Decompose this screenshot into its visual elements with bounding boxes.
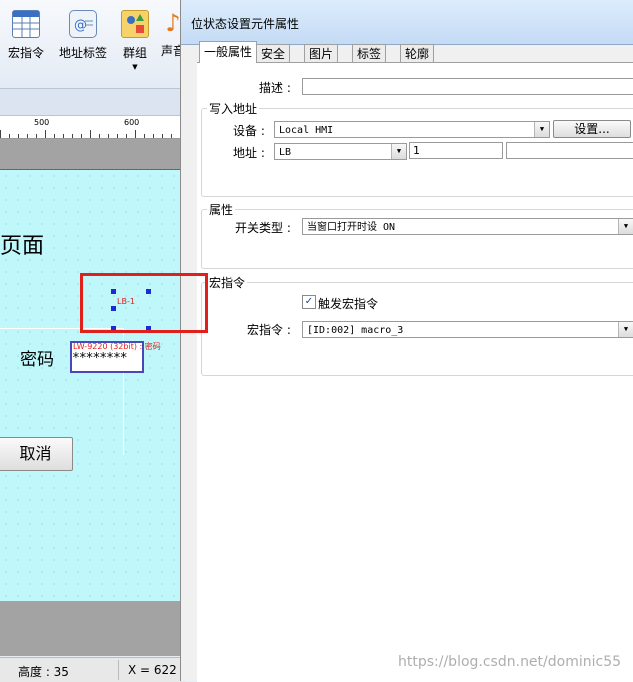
switch-type-label: 开关类型 : — [235, 221, 291, 235]
address-type-select[interactable]: LB ▼ — [274, 143, 407, 160]
password-label: 密码 — [20, 350, 54, 370]
bit-state-properties-dialog: 位状态设置元件属性 一般属性 安全 图片 标签 轮廓 描述 : 写入地址 设备 … — [180, 0, 633, 682]
device-label: 设备 : — [233, 124, 265, 138]
write-address-group-label: 写入地址 — [207, 100, 260, 117]
general-tab-panel: 描述 : 写入地址 设备 : Local HMI ▼ 设置... 地址 : LB… — [197, 62, 633, 682]
ribbon-toolbar: 宏指令 @ 地址标签 群组 ▼ ♪ 声音 — [0, 0, 185, 89]
dialog-title: 位状态设置元件属性 — [191, 17, 300, 31]
password-caption: LW-9220 (32bit) : 密码 — [73, 342, 161, 351]
status-bar: 高度 : 35 X = 622 — [0, 657, 185, 682]
trigger-macro-checkbox[interactable]: ✓ — [302, 295, 316, 309]
ruler-tick — [54, 134, 55, 138]
chevron-down-icon: ▼ — [391, 144, 406, 159]
ruler-tick — [36, 134, 37, 138]
description-input[interactable] — [302, 78, 633, 95]
tab-outline[interactable]: 轮廓 — [400, 44, 435, 63]
design-canvas[interactable]: 页面 密码 ******** LW-9220 (32bit) : 密码 LB-1… — [0, 169, 180, 602]
ruler-tick — [117, 134, 118, 138]
macro-select[interactable]: [ID:002] macro_3 ▼ — [302, 321, 633, 338]
at-tag-icon: @ — [69, 10, 97, 38]
address-tag-toolbar-label: 地址标签 — [58, 46, 107, 60]
ruler-tick — [126, 134, 127, 138]
group-icon — [121, 10, 149, 38]
cancel-button[interactable]: 取消 — [0, 437, 73, 471]
trigger-macro-label: 触发宏指令 — [318, 297, 379, 311]
device-settings-button[interactable]: 设置... — [553, 120, 631, 138]
address-label: 地址 : — [233, 146, 265, 160]
status-x-coordinate: X = 622 — [128, 663, 177, 677]
description-label: 描述 : — [259, 81, 291, 95]
page-title-fragment: 页面 — [0, 234, 45, 259]
ruler-tick — [0, 130, 1, 138]
ruler-tick — [108, 134, 109, 138]
ruler-tick — [99, 134, 100, 138]
tab-security[interactable]: 安全 — [256, 44, 291, 63]
properties-group-label: 属性 — [207, 201, 236, 218]
macro-label: 宏指令 : — [247, 323, 291, 337]
macro-toolbar-button[interactable]: 宏指令 — [4, 10, 48, 61]
watermark: https://blog.csdn.net/dominic55 — [398, 654, 622, 670]
ruler-tick — [81, 134, 82, 138]
chevron-down-icon: ▼ — [618, 219, 633, 234]
ruler-tick — [153, 134, 154, 138]
status-height: 高度 : 35 — [18, 665, 69, 679]
address-type-value: LB — [279, 147, 292, 158]
tab-label[interactable]: 标签 — [352, 44, 387, 63]
ruler-number: 600 — [124, 118, 140, 127]
ruler-tick — [9, 134, 10, 138]
ruler-tick — [135, 130, 136, 138]
password-value: ******** — [72, 351, 128, 366]
ruler-number: 500 — [34, 118, 50, 127]
canvas-margin-bottom — [0, 601, 180, 656]
address-number-input[interactable]: 1 — [409, 142, 503, 159]
group-toolbar-label: 群组 — [122, 46, 147, 60]
switch-type-value: 当窗口打开时设 ON — [307, 222, 396, 233]
device-select-value: Local HMI — [279, 125, 334, 136]
device-select[interactable]: Local HMI ▼ — [274, 121, 550, 138]
macro-select-value: [ID:002] macro_3 — [307, 325, 404, 336]
ruler-tick — [63, 134, 64, 138]
tab-general[interactable]: 一般属性 — [199, 41, 258, 63]
chevron-down-icon: ▼ — [534, 122, 549, 137]
chevron-down-icon: ▼ — [132, 63, 138, 71]
secondary-toolbar — [0, 89, 185, 116]
ruler-tick — [27, 134, 28, 138]
ruler-tick — [18, 134, 19, 138]
ruler-tick — [171, 134, 172, 138]
ruler-tick — [72, 134, 73, 138]
table-icon — [12, 10, 40, 38]
ruler-tick — [45, 130, 46, 138]
status-divider — [118, 660, 119, 680]
tab-picture[interactable]: 图片 — [304, 44, 339, 63]
chevron-down-icon: ▼ — [618, 322, 633, 337]
canvas-margin-top — [0, 139, 180, 169]
horizontal-ruler: 500 600 — [0, 116, 180, 139]
macro-toolbar-label: 宏指令 — [7, 46, 44, 60]
macro-group-label: 宏指令 — [207, 274, 248, 291]
address-extra-input[interactable] — [506, 142, 633, 159]
switch-type-select[interactable]: 当窗口打开时设 ON ▼ — [302, 218, 633, 235]
ruler-tick — [90, 130, 91, 138]
address-tag-toolbar-button[interactable]: @ 地址标签 — [56, 10, 110, 61]
ruler-tick — [162, 134, 163, 138]
dialog-titlebar[interactable]: 位状态设置元件属性 — [181, 0, 633, 45]
ruler-tick — [144, 134, 145, 138]
highlight-annotation-box — [80, 273, 208, 333]
group-toolbar-button[interactable]: 群组 ▼ — [117, 10, 153, 71]
